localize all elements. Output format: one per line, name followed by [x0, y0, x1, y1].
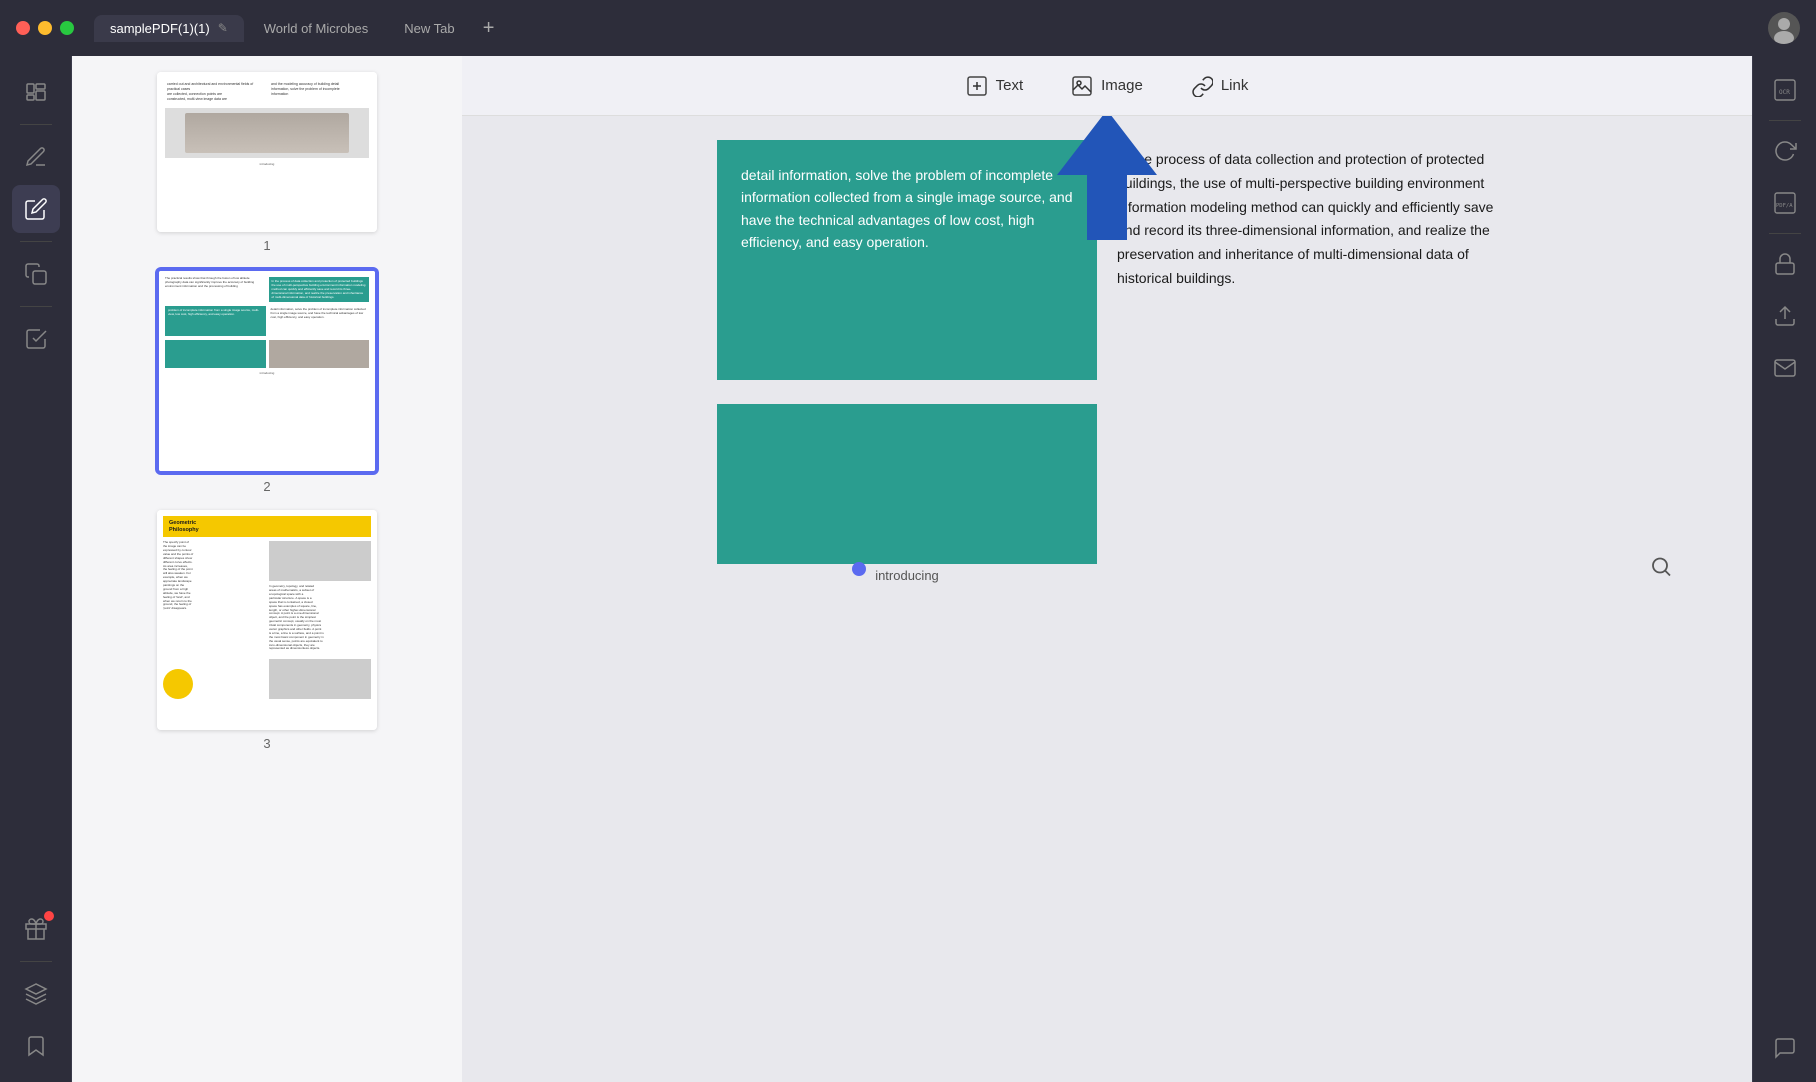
main-layout: carried out and architectural and enviro… [0, 56, 1816, 1082]
comment-section [1763, 1026, 1807, 1070]
teal-box: detail information, solve the problem of… [717, 140, 1097, 380]
image-button-label: Image [1101, 77, 1143, 94]
sidebar-item-copy[interactable] [12, 250, 60, 298]
share-button[interactable] [1763, 294, 1807, 338]
sidebar-divider-2 [20, 241, 52, 242]
refresh-button[interactable] [1763, 129, 1807, 173]
tab-newtab-label: New Tab [404, 21, 454, 36]
svg-text:OCR: OCR [1779, 89, 1790, 96]
tab-pdf-label: samplePDF(1)(1) [110, 21, 210, 36]
comment-button[interactable] [1763, 1026, 1807, 1070]
ocr-button[interactable]: OCR [1763, 68, 1807, 112]
pdf-scroll-area[interactable]: detail information, solve the problem of… [462, 116, 1752, 1082]
sidebar-bottom [12, 905, 60, 1070]
introducing-label: introducing [717, 568, 1097, 583]
teal-box-container: detail information, solve the problem of… [717, 140, 1097, 380]
right-text: In the process of data collection and pr… [1117, 140, 1497, 299]
search-button[interactable] [1650, 556, 1672, 583]
title-bar: samplePDF(1)(1) ✎ World of Microbes New … [0, 0, 1816, 56]
window-controls [16, 21, 74, 35]
sidebar-item-gift[interactable] [12, 905, 60, 953]
right-sidebar: OCR PDF/A [1752, 56, 1816, 1082]
tab-pdf[interactable]: samplePDF(1)(1) ✎ [94, 15, 244, 42]
thumb-label-2: 2 [263, 479, 270, 494]
sidebar-item-form[interactable] [12, 315, 60, 363]
thumb-card-2[interactable]: The practical results show that through … [157, 269, 377, 473]
search-icon [1650, 556, 1672, 578]
main-content: Text Image Link [462, 56, 1752, 1082]
sidebar-divider-4 [20, 961, 52, 962]
page-top-section: detail information, solve the problem of… [717, 140, 1497, 380]
right-divider-2 [1769, 233, 1801, 234]
pdf-page-2: detail information, solve the problem of… [717, 140, 1497, 1058]
sidebar-item-annotate[interactable] [12, 185, 60, 233]
sidebar-divider-1 [20, 124, 52, 125]
text-button[interactable]: Text [942, 67, 1048, 105]
thumbnail-page-1[interactable]: carried out and architectural and enviro… [157, 72, 377, 253]
mail-button[interactable] [1763, 346, 1807, 390]
protect-button[interactable] [1763, 242, 1807, 286]
close-window-button[interactable] [16, 21, 30, 35]
tabs-area: samplePDF(1)(1) ✎ World of Microbes New … [94, 12, 1800, 44]
text-icon [966, 75, 988, 97]
maximize-window-button[interactable] [60, 21, 74, 35]
content-toolbar: Text Image Link [462, 56, 1752, 116]
tab-microbes[interactable]: World of Microbes [248, 15, 385, 42]
sidebar-item-edit[interactable] [12, 133, 60, 181]
bottom-content: introducing [717, 404, 1097, 583]
right-divider-1 [1769, 120, 1801, 121]
bottom-teal-box [717, 404, 1097, 564]
teal-box-text: detail information, solve the problem of… [741, 167, 1073, 250]
add-tab-button[interactable]: + [475, 14, 503, 42]
page-bottom-section: introducing [717, 404, 1497, 583]
sidebar-item-bookmark[interactable] [12, 1022, 60, 1070]
notification-dot [44, 911, 54, 921]
thumbnail-page-3[interactable]: GeometricPhilosophy The specify point of… [157, 510, 377, 751]
thumb-card-1[interactable]: carried out and architectural and enviro… [157, 72, 377, 232]
link-button-label: Link [1221, 77, 1249, 94]
thumb-card-3[interactable]: GeometricPhilosophy The specify point of… [157, 510, 377, 730]
pdfa-button[interactable]: PDF/A [1763, 181, 1807, 225]
image-icon [1071, 75, 1093, 97]
text-button-label: Text [996, 77, 1024, 94]
tab-edit-icon: ✎ [218, 21, 228, 35]
avatar [1768, 12, 1800, 44]
sidebar-item-layers[interactable] [12, 970, 60, 1018]
thumb-label-3: 3 [263, 736, 270, 751]
scroll-indicator [852, 562, 866, 576]
tab-newtab[interactable]: New Tab [388, 15, 470, 42]
link-button[interactable]: Link [1167, 67, 1273, 105]
image-button[interactable]: Image [1047, 67, 1167, 105]
thumbnail-panel[interactable]: carried out and architectural and enviro… [72, 56, 462, 1082]
thumb-label-1: 1 [263, 238, 270, 253]
tab-microbes-label: World of Microbes [264, 21, 369, 36]
link-icon [1191, 75, 1213, 97]
sidebar-divider-3 [20, 306, 52, 307]
left-sidebar [0, 56, 72, 1082]
thumbnail-page-2[interactable]: The practical results show that through … [157, 269, 377, 494]
sidebar-item-pages[interactable] [12, 68, 60, 116]
svg-text:PDF/A: PDF/A [1776, 203, 1793, 209]
minimize-window-button[interactable] [38, 21, 52, 35]
